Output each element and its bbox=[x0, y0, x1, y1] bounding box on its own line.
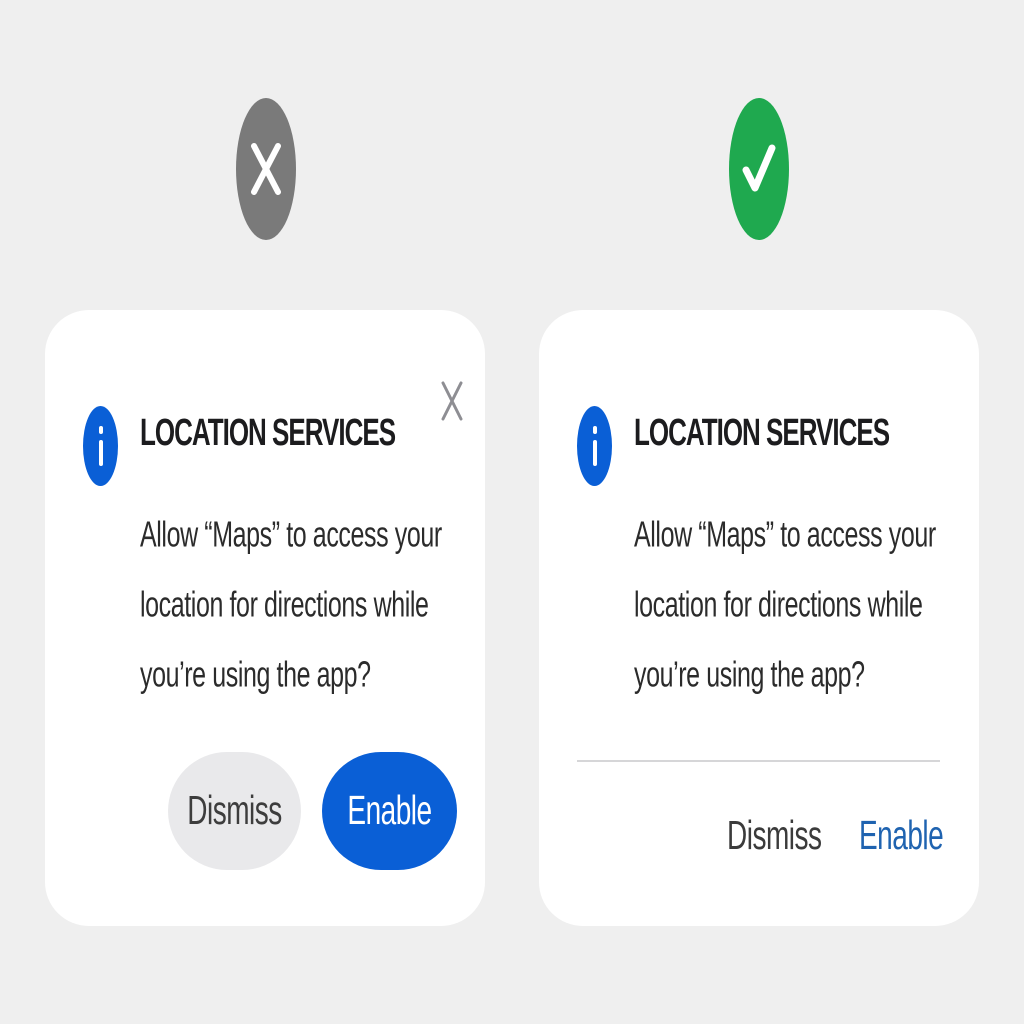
enable-button-label: Enable bbox=[347, 787, 432, 833]
location-dialog-bad-example: LOCATION SERVICES Allow “Maps” to access… bbox=[45, 310, 485, 926]
dismiss-button-label: Dismiss bbox=[727, 812, 822, 858]
info-icon bbox=[83, 406, 118, 486]
dialog-title: LOCATION SERVICES bbox=[140, 410, 396, 454]
dialog-message: Allow “Maps” to access your location for… bbox=[634, 500, 944, 710]
x-mark-icon bbox=[236, 98, 296, 240]
dialog-title: LOCATION SERVICES bbox=[634, 410, 890, 454]
dismiss-button[interactable]: Dismiss bbox=[168, 752, 301, 870]
enable-button[interactable]: Enable bbox=[859, 813, 944, 858]
message-line: you’re using the app? bbox=[634, 654, 865, 696]
info-icon bbox=[577, 406, 612, 486]
dismiss-button-label: Dismiss bbox=[187, 787, 282, 833]
divider bbox=[577, 760, 940, 762]
enable-button[interactable]: Enable bbox=[322, 752, 457, 870]
dismiss-button[interactable]: Dismiss bbox=[727, 813, 822, 858]
checkmark-icon bbox=[729, 98, 789, 240]
location-dialog-good-example: LOCATION SERVICES Allow “Maps” to access… bbox=[539, 310, 979, 926]
message-line: you’re using the app? bbox=[140, 654, 371, 696]
enable-button-label: Enable bbox=[859, 812, 944, 858]
close-icon[interactable] bbox=[437, 376, 467, 426]
dialog-message: Allow “Maps” to access your location for… bbox=[140, 500, 450, 710]
